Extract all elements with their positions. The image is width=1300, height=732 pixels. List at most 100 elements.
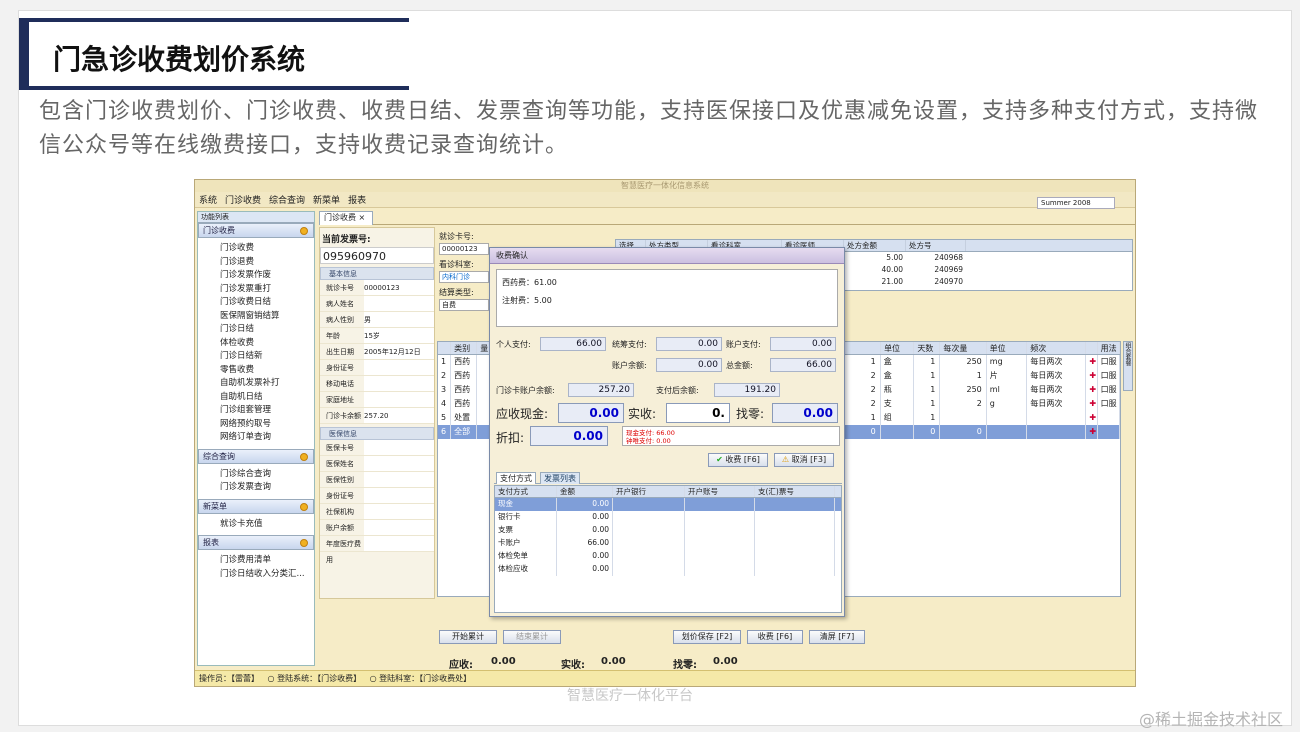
sidebar-group-header[interactable]: 综合查询	[198, 448, 314, 464]
sidebar-item[interactable]: 门诊收费日结	[220, 296, 314, 310]
column-header[interactable]: 开户账号	[685, 486, 755, 497]
table-cell[interactable]: ✚	[1086, 355, 1098, 369]
menu-query[interactable]: 综合查询	[269, 193, 305, 206]
column-header[interactable]: 天数	[914, 342, 941, 354]
end-accumulate-button[interactable]: 结束累计	[503, 630, 561, 644]
info-value[interactable]	[364, 360, 434, 375]
sidebar-item[interactable]: 门诊退费	[220, 256, 314, 270]
sidebar-item[interactable]: 网络预约取号	[220, 418, 314, 432]
sidebar-item[interactable]: 就诊卡充值	[220, 518, 314, 532]
tab-payment-method[interactable]: 支付方式	[496, 472, 536, 484]
collapse-icon[interactable]	[300, 227, 308, 235]
table-row[interactable]: 体检免单 0.00	[495, 550, 841, 563]
received-input[interactable]: 0.	[666, 403, 730, 423]
info-value[interactable]: 2005年12月12日	[364, 344, 434, 359]
info-value[interactable]	[364, 296, 434, 311]
info-value[interactable]	[364, 440, 434, 455]
info-value[interactable]	[364, 488, 434, 503]
info-value[interactable]	[364, 376, 434, 391]
column-header[interactable]: 类别	[451, 342, 478, 354]
tab-outpatient-charge[interactable]: 门诊收费 ×	[319, 211, 373, 225]
menu-outpatient[interactable]: 门诊收费	[225, 193, 261, 206]
info-value[interactable]	[364, 392, 434, 407]
sidebar-group-header[interactable]: 新菜单	[198, 498, 314, 514]
table-row[interactable]: 支票 0.00	[495, 524, 841, 537]
sidebar-group-header[interactable]: 报表	[198, 535, 314, 550]
table-cell[interactable]: 0.00	[557, 524, 613, 537]
collapse-icon[interactable]	[300, 502, 308, 511]
collapse-icon[interactable]	[300, 539, 308, 547]
column-header[interactable]	[438, 342, 452, 354]
column-header[interactable]: 支(汇)票号	[755, 486, 835, 497]
clear-button[interactable]: 清屏 [F7]	[809, 630, 865, 644]
tab-invoice-list[interactable]: 发票列表	[540, 472, 580, 484]
column-header[interactable]: 金额	[557, 486, 613, 497]
sidebar-item[interactable]: 自助机日结	[220, 391, 314, 405]
table-cell[interactable]: ✚	[1086, 397, 1098, 411]
column-header[interactable]: 支付方式	[495, 486, 557, 497]
column-header[interactable]: 用法	[1098, 342, 1121, 354]
invoice-number[interactable]: 095960970	[320, 247, 434, 264]
sidebar-item[interactable]: 门诊发票查询	[220, 481, 314, 495]
sidebar-item[interactable]: 门诊费用清单	[220, 554, 314, 568]
dialog-cancel-button[interactable]: ⚠ 取消 [F3]	[774, 453, 834, 467]
sidebar-item[interactable]: 网络订单查询	[220, 431, 314, 445]
table-row[interactable]: 体检应收 0.00	[495, 563, 841, 576]
sidebar-item[interactable]: 零售收费	[220, 364, 314, 378]
info-value[interactable]	[364, 472, 434, 487]
table-row[interactable]: 银行卡 0.00	[495, 511, 841, 524]
info-value[interactable]: 15岁	[364, 328, 434, 343]
column-header[interactable]: 处方金额	[844, 240, 906, 251]
column-header[interactable]: 单位	[881, 342, 915, 354]
table-cell[interactable]: 0.00	[557, 511, 613, 524]
card-input[interactable]: 00000123	[439, 243, 489, 255]
sidebar-item[interactable]: 自助机发票补打	[220, 377, 314, 391]
sidebar-item[interactable]: 门诊日结	[220, 323, 314, 337]
table-cell[interactable]: ✚	[1086, 425, 1098, 439]
settle-select[interactable]: 自费	[439, 299, 489, 311]
menu-new[interactable]: 新菜单	[313, 193, 340, 206]
info-value[interactable]: 男	[364, 312, 434, 327]
column-header[interactable]: 单位	[987, 342, 1028, 354]
start-accumulate-button[interactable]: 开始累计	[439, 630, 497, 644]
sidebar-item[interactable]: 医保隔窗销结算	[220, 310, 314, 324]
dialog-charge-button[interactable]: ✔ 收费 [F6]	[708, 453, 768, 467]
info-value[interactable]	[364, 504, 434, 519]
package-side-tab[interactable]: 组合套餐	[1123, 341, 1133, 391]
user-select[interactable]: Summer 2008	[1037, 197, 1115, 209]
column-header[interactable]: 每次量	[940, 342, 987, 354]
charge-button[interactable]: 收费 [F6]	[747, 630, 803, 644]
sidebar-item[interactable]: 门诊日结收入分类汇...	[220, 568, 314, 582]
discount-field[interactable]: 0.00	[530, 426, 608, 446]
sidebar-item[interactable]: 门诊综合查询	[220, 468, 314, 482]
info-value[interactable]	[364, 456, 434, 471]
table-row[interactable]: 卡账户 66.00	[495, 537, 841, 550]
table-cell[interactable]: 0.00	[557, 498, 613, 511]
collapse-icon[interactable]	[300, 452, 308, 461]
table-cell[interactable]: 0.00	[557, 563, 613, 576]
table-cell[interactable]: ✚	[1086, 369, 1098, 383]
table-cell[interactable]: 66.00	[557, 537, 613, 550]
menu-system[interactable]: 系统	[199, 193, 217, 206]
dept-select[interactable]: 内科门诊	[439, 271, 489, 283]
column-header[interactable]: 开户银行	[613, 486, 685, 497]
sidebar-item[interactable]: 门诊日结新	[220, 350, 314, 364]
column-header[interactable]: 处方号	[906, 240, 966, 251]
table-row[interactable]: 现金 0.00	[495, 498, 841, 511]
sidebar-item[interactable]: 门诊发票重打	[220, 283, 314, 297]
sidebar-item[interactable]: 门诊发票作废	[220, 269, 314, 283]
sidebar-item[interactable]: 门诊组套管理	[220, 404, 314, 418]
column-header[interactable]	[1086, 342, 1098, 354]
info-value[interactable]: 00000123	[364, 280, 434, 295]
info-value[interactable]	[364, 520, 434, 535]
sidebar-group-header[interactable]: 门诊收费	[198, 223, 314, 238]
sidebar-item[interactable]: 体检收费	[220, 337, 314, 351]
table-cell[interactable]: ✚	[1086, 383, 1098, 397]
column-header[interactable]: 频次	[1027, 342, 1087, 354]
info-value[interactable]	[364, 536, 434, 551]
menu-report[interactable]: 报表	[348, 193, 366, 206]
table-cell[interactable]: ✚	[1086, 411, 1098, 425]
sidebar-item[interactable]: 门诊收费	[220, 242, 314, 256]
info-value[interactable]: 257.20	[364, 408, 434, 423]
save-price-button[interactable]: 划价保存 [F2]	[673, 630, 741, 644]
